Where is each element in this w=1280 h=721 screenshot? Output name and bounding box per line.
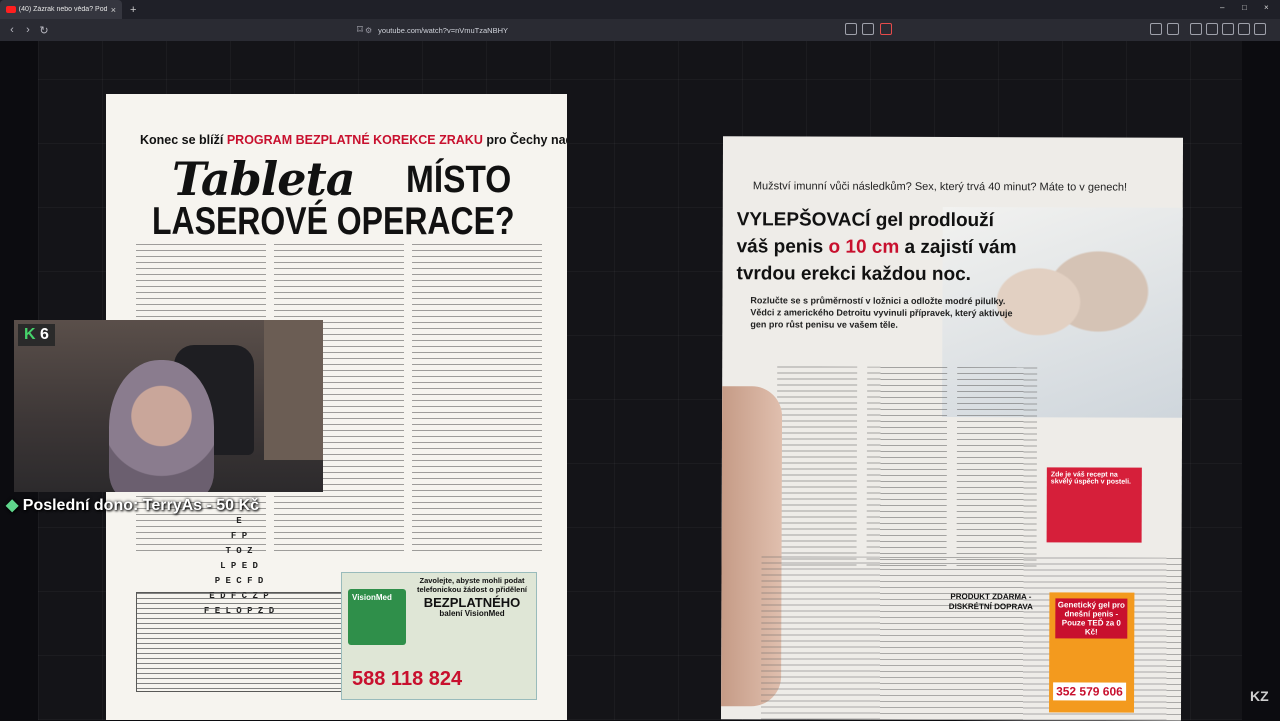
playlist-icon[interactable] [1190,23,1202,35]
right-column [776,366,858,567]
browser-tab-strip: (40) Zázrak nebo věda? Podv... × + – □ × [0,0,1280,19]
forward-icon[interactable]: › [20,24,36,36]
right-headline: VYLEPŠOVACÍ gel prodlouží váš penis o 10… [736,206,1026,288]
kick-logo-icon: K [24,326,36,343]
donation-banner: ◆ Poslední dono: TerryAs - 50 Kč [6,495,259,515]
free-product-box: PRODUKT ZDARMA - DISKRÉTNÍ DOPRAVA [948,591,1033,612]
ad-call-text: Zavolejte, abyste mohli podat telefonick… [416,576,527,594]
gel-ad-phone: 352 579 606 [1053,682,1126,701]
kicker-post: pro Čechy nad 40 let. [486,133,567,147]
right-column [956,367,1038,568]
before-after-box [136,592,346,692]
minimize-button[interactable]: – [1220,3,1224,12]
right-lead: Rozlučte se s průměrností v ložnici a od… [750,295,1013,330]
background-shelf [264,320,323,460]
headline-red: o 10 cm [828,236,900,258]
donation-text: Poslední dono: TerryAs - 50 Kč [22,497,259,514]
right-column [866,366,948,567]
address-bar[interactable]: ⚙ youtube.com/watch?v=nVmuTzaNBHY [365,22,910,38]
gel-ad-tag: Genetický gel pro dnešní penis - Pouze T… [1055,598,1128,639]
download-icon[interactable] [1222,23,1234,35]
diamond-icon: ◆ [6,497,19,514]
visionmed-logo: VisionMed [348,589,406,645]
tab-title: (40) Zázrak nebo věda? Podv... [18,6,107,13]
close-window-button[interactable]: × [1264,3,1269,12]
shield-icon[interactable] [880,23,892,35]
url-text[interactable]: youtube.com/watch?v=nVmuTzaNBHY [378,26,508,35]
ad-phone: 588 118 824 [352,668,463,690]
headline-laserove: LASEROVÉ OPERACE? [152,200,515,243]
ad-offer-sub: balení VisionMed [439,609,505,618]
share-icon[interactable] [862,23,874,35]
recipe-box: Zde je váš recept na skvělý úspěch v pos… [1046,467,1142,543]
open-external-icon[interactable] [845,23,857,35]
menu-icon[interactable] [1254,23,1266,35]
newspaper-page-right: Mužství imunní vůči následkům? Sex, kter… [720,136,1184,721]
headline-misto: MÍSTO [406,159,512,201]
browser-toolbar: ‹ › ↻ ⌑ ⚙ youtube.com/watch?v=nVmuTzaNBH… [0,19,1280,41]
right-kicker: Mužství imunní vůči následkům? Sex, kter… [752,180,1128,194]
browser-tab[interactable]: (40) Zázrak nebo věda? Podv... × [0,0,122,19]
extension-icon[interactable] [1150,23,1162,35]
maximize-button[interactable]: □ [1242,3,1247,12]
reload-icon[interactable]: ↻ [36,24,52,37]
youtube-icon [6,6,16,13]
streamer-webcam: K 6 [14,320,323,492]
article-column [412,244,542,554]
channel-watermark: KZ [1250,688,1269,704]
article-kicker: Konec se blíží PROGRAM BEZPLATNÉ KOREKCE… [140,133,567,147]
badge-count: 6 [40,326,49,343]
gel-ad: Genetický gel pro dnešní penis - Pouze T… [1049,592,1135,713]
streamer [109,360,214,492]
kick-badge: K 6 [18,324,55,346]
new-tab-button[interactable]: + [130,4,136,16]
visionmed-ad: VisionMed Zavolejte, abyste mohli podat … [341,572,537,700]
kicker-red: PROGRAM BEZPLATNÉ KOREKCE ZRAKU [226,133,483,147]
headline-tableta: Tableta [172,152,356,206]
back-icon[interactable]: ‹ [4,24,20,36]
vpn-icon[interactable] [1238,23,1250,35]
sidebar-icon[interactable] [1206,23,1218,35]
kicker-pre: Konec se blíží [140,133,224,147]
wallet-icon[interactable] [1167,23,1179,35]
site-info-icon[interactable]: ⚙ [365,26,372,35]
tab-close-icon[interactable]: × [111,5,116,15]
ad-offer: BEZPLATNÉHO [423,595,521,610]
